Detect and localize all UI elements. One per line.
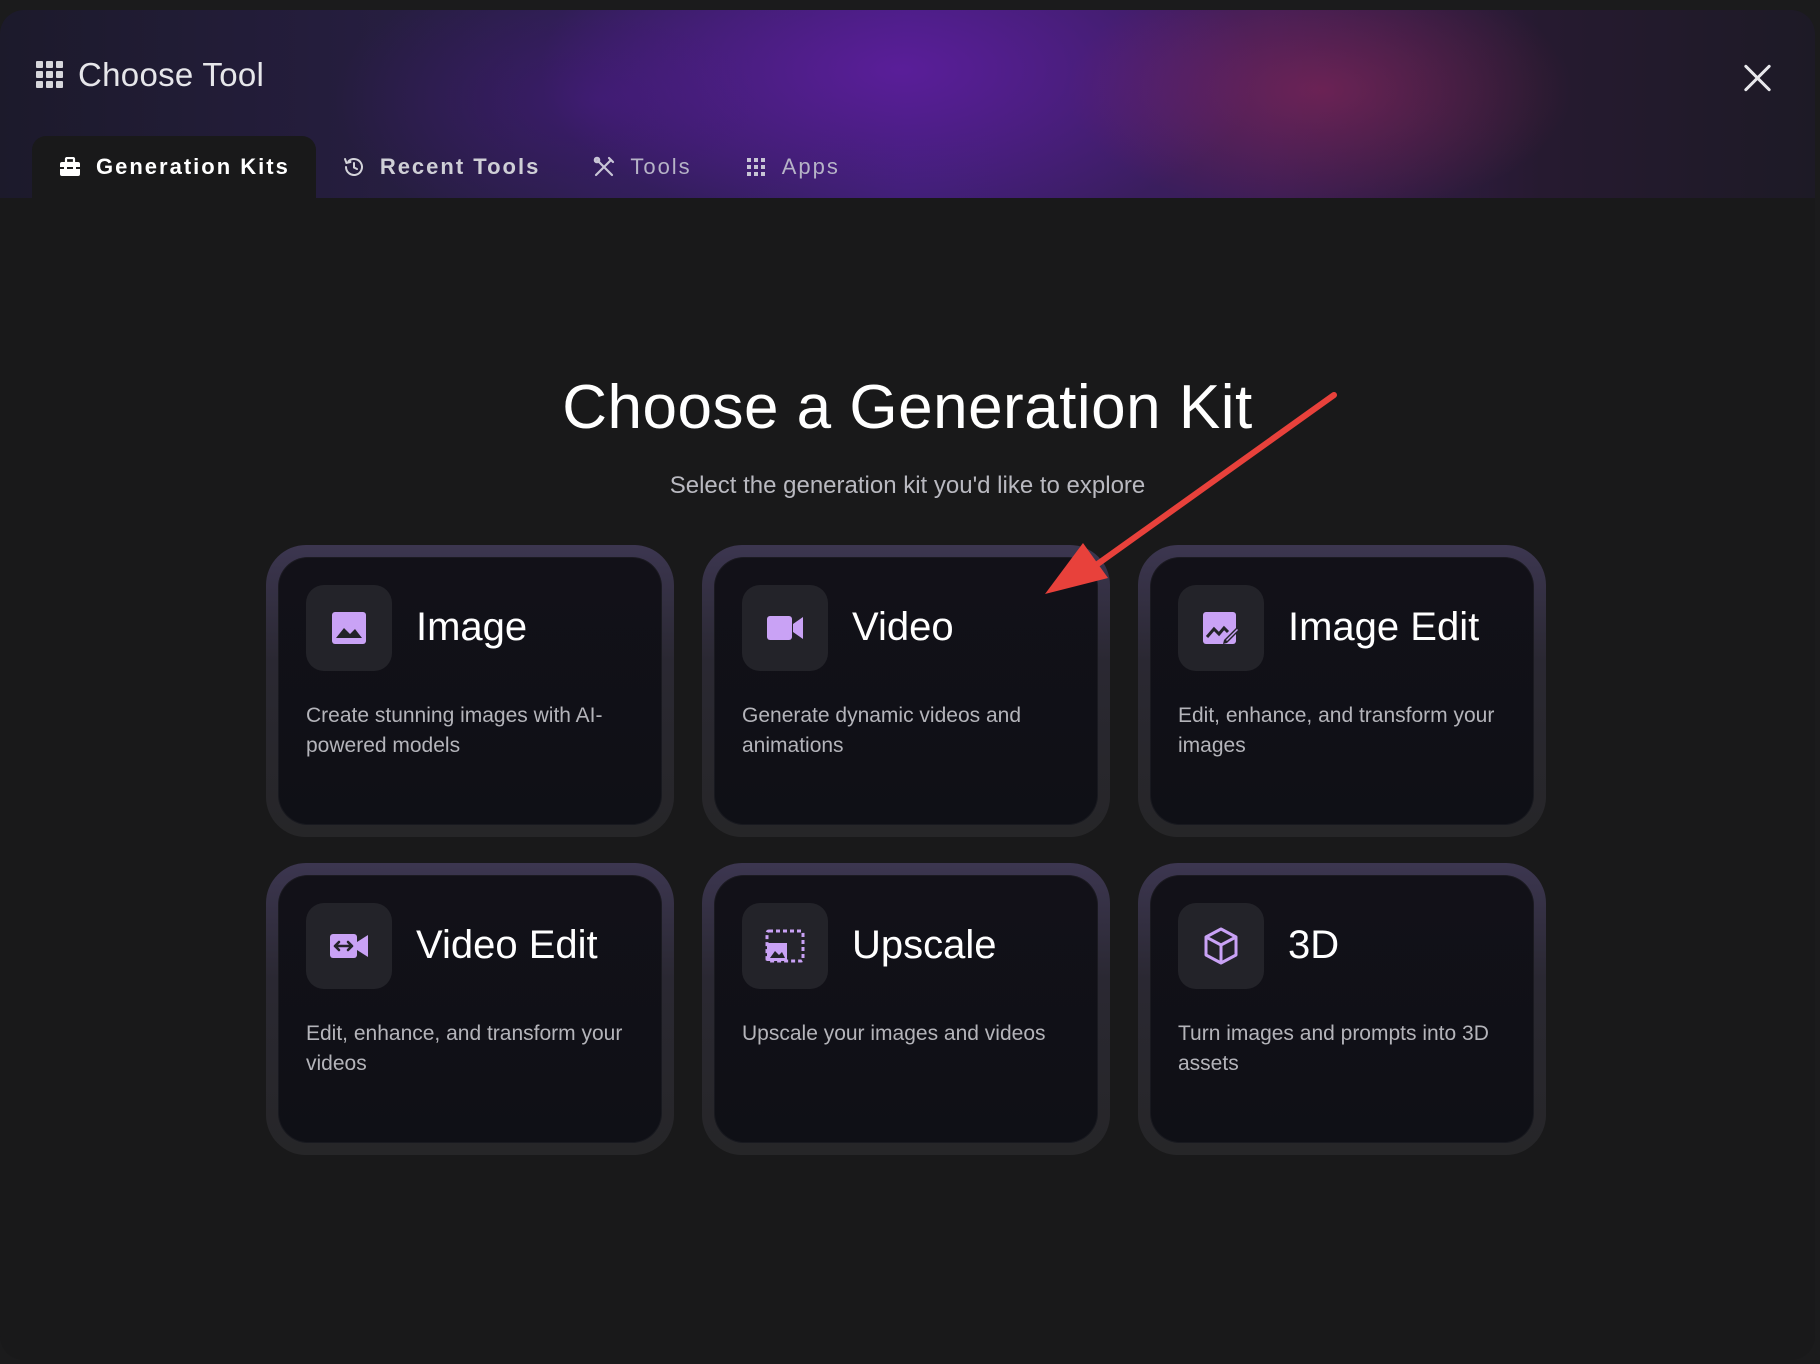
cube-icon (1178, 903, 1264, 989)
tab-label: Generation Kits (96, 154, 290, 179)
kit-card-upscale[interactable]: Upscale Upscale your images and videos (702, 863, 1110, 1155)
upscale-icon (742, 903, 828, 989)
kit-title: Video Edit (416, 923, 598, 967)
page-title: Choose a Generation Kit (562, 373, 1253, 442)
tab-label: Tools (630, 154, 692, 179)
kit-title: Image (416, 605, 528, 649)
image-icon (306, 585, 392, 671)
kit-card-video[interactable]: Video Generate dynamic videos and animat… (702, 545, 1110, 837)
tab-label: Recent Tools (379, 154, 541, 179)
toolbox-icon (58, 155, 82, 179)
image-edit-icon (1178, 585, 1264, 671)
kit-description: Generate dynamic videos and animations (742, 704, 1021, 757)
grid-icon (744, 155, 768, 179)
kit-title: Video (852, 605, 954, 649)
kit-title: 3D (1288, 923, 1340, 967)
close-icon[interactable] (1741, 62, 1773, 94)
page-subtitle: Select the generation kit you'd like to … (669, 472, 1146, 499)
kit-card-3d[interactable]: 3D Turn images and prompts into 3D asset… (1138, 863, 1546, 1155)
tab-apps[interactable]: Apps (718, 136, 866, 198)
tab-bar: Generation Kits Recent Tools Tools Apps (32, 136, 866, 198)
tools-icon (592, 155, 616, 179)
video-camera-icon (742, 585, 828, 671)
kit-description: Turn images and prompts into 3D assets (1178, 1022, 1489, 1075)
kit-description: Edit, enhance, and transform your images (1178, 704, 1495, 757)
video-edit-icon (306, 903, 392, 989)
kit-card-video-edit[interactable]: Video Edit Edit, enhance, and transform … (266, 863, 674, 1155)
modal-header: Choose Tool Generation Kits Recent Tools… (0, 10, 1815, 198)
history-icon (342, 155, 366, 179)
choose-tool-modal: Choose Tool Generation Kits Recent Tools… (0, 10, 1815, 1360)
kit-description: Edit, enhance, and transform your videos (306, 1022, 623, 1075)
kit-card-image-edit[interactable]: Image Edit Edit, enhance, and transform … (1138, 545, 1546, 837)
kit-description: Upscale your images and videos (742, 1022, 1046, 1045)
tab-recent-tools[interactable]: Recent Tools (316, 136, 567, 198)
kit-title: Upscale (852, 923, 997, 967)
kit-title: Image Edit (1288, 605, 1480, 649)
tab-label: Apps (781, 154, 840, 179)
tab-tools[interactable]: Tools (566, 136, 717, 198)
grid-icon (36, 61, 64, 89)
tab-generation-kits[interactable]: Generation Kits (32, 136, 316, 198)
modal-title-row: Choose Tool (36, 56, 264, 94)
kit-card-image[interactable]: Image Create stunning images with AI-pow… (266, 545, 674, 837)
kit-description: Create stunning images with AI-powered m… (306, 704, 603, 757)
modal-title: Choose Tool (78, 56, 265, 93)
